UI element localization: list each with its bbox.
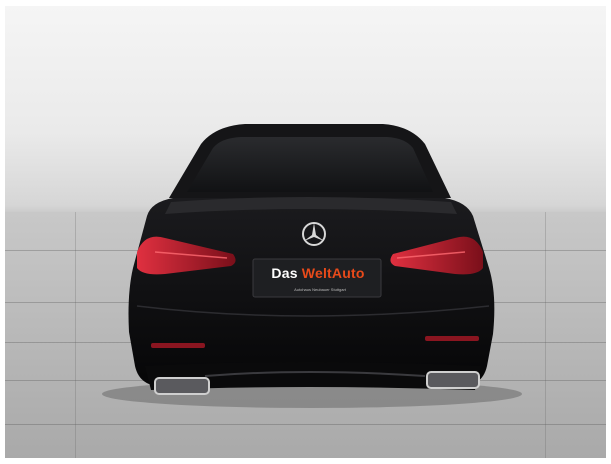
plate-dealer-subtext: Autohaus Neubauer Stuttgart [294, 287, 346, 292]
dealer-plate-logo: Das WeltAuto [259, 265, 377, 281]
car-rear-view [102, 124, 522, 408]
plate-brand: WeltAuto [301, 265, 365, 281]
plate-prefix: Das [271, 265, 302, 281]
photo-frame: Das WeltAuto Autohaus Neubauer Stuttgart [5, 6, 606, 458]
